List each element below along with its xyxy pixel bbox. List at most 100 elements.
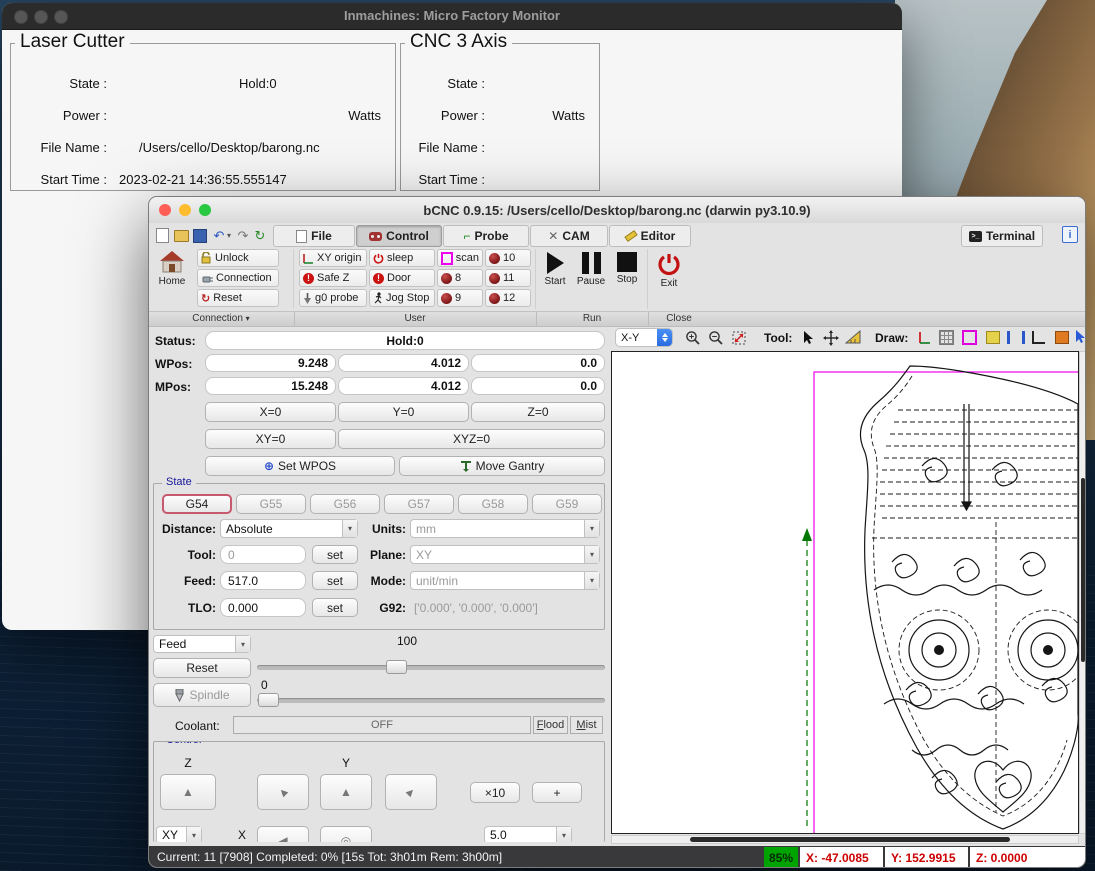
override-combobox[interactable]: Feed ▾: [153, 635, 251, 653]
g54-button[interactable]: G54: [162, 494, 232, 514]
step-size-spinner[interactable]: 5.0 ▾: [484, 826, 572, 842]
xyz-zero-button[interactable]: XYZ=0: [338, 429, 605, 449]
draw-grid-toggle[interactable]: [937, 328, 956, 347]
select-tool-button[interactable]: [799, 328, 818, 347]
feed-override-slider[interactable]: [257, 665, 605, 670]
info-button[interactable]: i: [1062, 227, 1078, 242]
redo-button[interactable]: ↷: [235, 228, 251, 243]
ruler-tool-button[interactable]: [843, 328, 862, 347]
sleep-button[interactable]: sleep: [369, 249, 435, 267]
zoom-out-button[interactable]: [706, 328, 725, 347]
zoom-in-button[interactable]: [683, 328, 702, 347]
feed-set-button[interactable]: set: [312, 571, 358, 590]
y-zero-button[interactable]: Y=0: [338, 402, 469, 422]
horizontal-scrollbar[interactable]: [611, 835, 1079, 844]
jog-x-minus-button[interactable]: ◀: [257, 826, 309, 842]
open-file-button[interactable]: [173, 228, 189, 243]
distance-combobox[interactable]: Absolute ▾: [220, 519, 358, 538]
draw-workarea-toggle[interactable]: [983, 328, 1002, 347]
step-x10-button[interactable]: ×10: [470, 782, 520, 803]
wpos-z-field[interactable]: 0.0: [471, 354, 605, 372]
new-file-button[interactable]: [154, 228, 170, 243]
vertical-scrollbar-thumb[interactable]: [1081, 478, 1085, 662]
draw-rapid-toggle[interactable]: [1029, 328, 1048, 347]
vertical-scrollbar[interactable]: [1079, 351, 1086, 834]
tab-file[interactable]: File: [273, 225, 355, 247]
save-file-button[interactable]: [192, 228, 208, 243]
plane-combobox[interactable]: XY ▾: [410, 545, 600, 564]
undo-dropdown[interactable]: ▾: [225, 228, 233, 243]
spindle-handle[interactable]: [258, 693, 279, 707]
xy-origin-button[interactable]: XY origin: [299, 249, 367, 267]
coolant-mist-button[interactable]: Mist: [570, 716, 603, 734]
canvas-select-toggle[interactable]: [1071, 327, 1086, 346]
jog-y-up-button[interactable]: ▲: [320, 774, 372, 810]
jog-axis-combobox[interactable]: XY ▾: [156, 826, 202, 842]
g59-button[interactable]: G59: [532, 494, 602, 514]
pan-tool-button[interactable]: [821, 328, 840, 347]
draw-paths-toggle[interactable]: [1006, 328, 1025, 347]
monitor-titlebar[interactable]: Inmachines: Micro Factory Monitor: [2, 3, 902, 30]
wpos-y-field[interactable]: 4.012: [338, 354, 469, 372]
macro-scan-button[interactable]: scan: [437, 249, 483, 267]
spindle-button[interactable]: Spindle: [153, 683, 251, 707]
coolant-flood-button[interactable]: Flood: [533, 716, 568, 734]
g0-probe-button[interactable]: g0 probe: [299, 289, 367, 307]
view-combobox[interactable]: X-Y: [615, 328, 673, 347]
draw-axes-toggle[interactable]: [914, 328, 933, 347]
reset-button[interactable]: ↻ Reset: [197, 289, 279, 307]
set-wpos-button[interactable]: ⊕ Set WPOS: [205, 456, 395, 476]
gcode-canvas[interactable]: [611, 351, 1079, 834]
tab-editor[interactable]: Editor: [609, 225, 691, 247]
tab-cam[interactable]: ✕ CAM: [530, 225, 608, 247]
jog-z-up-button[interactable]: ▲: [160, 774, 216, 810]
macro-10-button[interactable]: 10: [485, 249, 531, 267]
pause-button[interactable]: Pause: [575, 252, 607, 306]
move-gantry-button[interactable]: Move Gantry: [399, 456, 605, 476]
macro-9-button[interactable]: 9: [437, 289, 483, 307]
wpos-x-field[interactable]: 9.248: [205, 354, 336, 372]
zoom-fit-button[interactable]: [729, 328, 748, 347]
tab-terminal[interactable]: >_ Terminal: [961, 225, 1043, 247]
door-button[interactable]: ! Door: [369, 269, 435, 287]
connection-button[interactable]: Connection: [197, 269, 279, 287]
safe-z-button[interactable]: ! Safe Z: [299, 269, 367, 287]
macro-8-button[interactable]: 8: [437, 269, 483, 287]
draw-camera-toggle[interactable]: [1052, 328, 1071, 347]
jog-stop-button[interactable]: Jog Stop: [369, 289, 435, 307]
exit-button[interactable]: Exit: [651, 252, 687, 306]
units-combobox[interactable]: mm ▾: [410, 519, 600, 538]
draw-margin-toggle[interactable]: [960, 328, 979, 347]
g56-button[interactable]: G56: [310, 494, 380, 514]
coolant-off-button[interactable]: OFF: [233, 716, 531, 734]
refresh-button[interactable]: ↻: [252, 228, 268, 243]
tlo-field[interactable]: 0.000: [220, 598, 306, 617]
tool-field[interactable]: 0: [220, 545, 306, 564]
connection-group-label[interactable]: Connection ▾: [149, 313, 293, 324]
g55-button[interactable]: G55: [236, 494, 306, 514]
start-button[interactable]: Start: [539, 252, 571, 306]
stop-button[interactable]: Stop: [611, 252, 643, 306]
macro-12-button[interactable]: 12: [485, 289, 531, 307]
tab-control[interactable]: Control: [356, 225, 442, 247]
feed-override-handle[interactable]: [386, 660, 407, 674]
tlo-set-button[interactable]: set: [312, 598, 358, 617]
z-zero-button[interactable]: Z=0: [471, 402, 605, 422]
unlock-button[interactable]: Unlock: [197, 249, 279, 267]
macro-11-button[interactable]: 11: [485, 269, 531, 287]
g58-button[interactable]: G58: [458, 494, 528, 514]
horizontal-scrollbar-thumb[interactable]: [690, 837, 1010, 842]
tab-probe[interactable]: ⌐ Probe: [443, 225, 529, 247]
x-zero-button[interactable]: X=0: [205, 402, 336, 422]
tool-set-button[interactable]: set: [312, 545, 358, 564]
jog-up-right-button[interactable]: ▲: [385, 774, 437, 810]
jog-center-button[interactable]: ◎: [320, 826, 372, 842]
spindle-slider[interactable]: [257, 698, 605, 703]
g57-button[interactable]: G57: [384, 494, 454, 514]
mode-combobox[interactable]: unit/min ▾: [410, 571, 600, 590]
jog-up-left-button[interactable]: ▲: [257, 774, 309, 810]
override-reset-button[interactable]: Reset: [153, 658, 251, 678]
bcnc-titlebar[interactable]: bCNC 0.9.15: /Users/cello/Desktop/barong…: [149, 197, 1085, 224]
step-plus-button[interactable]: +: [532, 782, 582, 803]
feed-field[interactable]: 517.0: [220, 571, 306, 590]
